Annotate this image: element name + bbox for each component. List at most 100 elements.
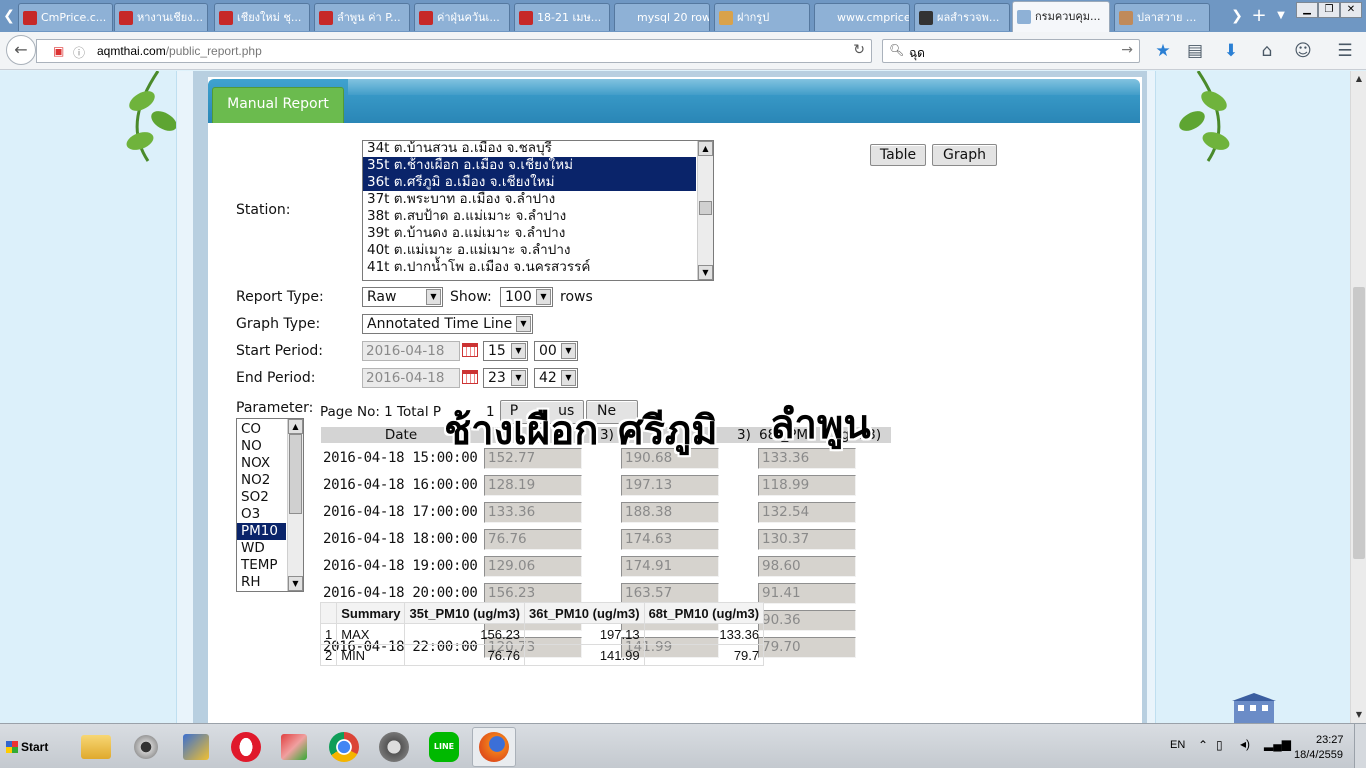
parameter-option[interactable]: PM10: [237, 523, 286, 540]
graph-type-select[interactable]: Annotated Time Line ▼: [362, 314, 533, 334]
search-bar[interactable]: 🔍︎ ฉุด →: [882, 39, 1140, 63]
station-option[interactable]: 37t ต.พระบาท อ.เมือง จ.ลำปาง: [363, 191, 696, 208]
hello-icon[interactable]: ☺: [1292, 40, 1314, 62]
site-identity-icon[interactable]: ▣: [53, 44, 64, 58]
back-button[interactable]: ←: [6, 35, 36, 65]
scroll-up-icon[interactable]: ▲: [288, 419, 303, 434]
restore-icon[interactable]: ❐: [1318, 2, 1340, 18]
clock-time[interactable]: 23:27: [1316, 734, 1344, 746]
language-indicator[interactable]: EN: [1170, 739, 1185, 751]
browser-tab[interactable]: กรมควบคุม...✕: [1012, 1, 1110, 32]
show-desktop-button[interactable]: [1354, 724, 1366, 768]
parameter-option[interactable]: CO: [237, 421, 286, 438]
parameter-option[interactable]: NO2: [237, 472, 286, 489]
station-option[interactable]: 40t ต.แม่เมาะ อ.แม่เมาะ จ.ลำปาง: [363, 242, 696, 259]
parameter-listbox-scrollbar[interactable]: ▲ ▼: [287, 419, 303, 591]
network-app[interactable]: [174, 727, 218, 767]
scroll-thumb[interactable]: [289, 434, 302, 514]
new-tab-icon[interactable]: +: [1250, 0, 1268, 32]
station-option[interactable]: 36t ต.ศรีภูมิ อ.เมือง จ.เชียงใหม่: [363, 174, 696, 191]
url-bar[interactable]: ▣ ⓘ aqmthai.com/public_report.php ↻: [36, 39, 872, 63]
explorer-app[interactable]: [74, 727, 118, 767]
calendar-icon[interactable]: [462, 343, 478, 357]
parameter-option[interactable]: RH: [237, 574, 286, 591]
browser-tab[interactable]: เชียงใหม่ ชุ...: [214, 3, 310, 31]
report-type-select[interactable]: Raw ▼: [362, 287, 443, 307]
parameter-listbox[interactable]: CO NO NOX NO2 SO2 O3 PM10 WD TEMP RH ▲ ▼: [236, 418, 304, 592]
start-hour-select[interactable]: 15 ▼: [483, 341, 528, 361]
minimize-icon[interactable]: ▁: [1296, 2, 1318, 18]
browser-tab[interactable]: 18-21 เมษ...: [514, 3, 610, 31]
start-button[interactable]: Start: [2, 734, 54, 760]
manual-report-tab[interactable]: Manual Report: [212, 87, 344, 123]
home-icon[interactable]: ⌂: [1256, 40, 1278, 62]
station-option[interactable]: 39t ต.บ้านดง อ.แม่เมาะ จ.ลำปาง: [363, 225, 696, 242]
end-minute-select[interactable]: 42 ▼: [534, 368, 578, 388]
clock-date[interactable]: 18/4/2559: [1294, 749, 1343, 761]
firefox-app[interactable]: [472, 727, 516, 767]
parameter-option[interactable]: NO: [237, 438, 286, 455]
device-icon[interactable]: ▯: [1216, 738, 1223, 752]
start-date-input[interactable]: 2016-04-18: [362, 341, 460, 361]
station-listbox-scrollbar[interactable]: ▲ ▼: [697, 141, 713, 280]
paint-app[interactable]: [272, 727, 316, 767]
info-icon[interactable]: ⓘ: [73, 44, 85, 61]
station-listbox[interactable]: 34t ต.บ้านสวน อ.เมือง จ.ชลบุรี 35t ต.ช้าง…: [362, 140, 714, 281]
browser-tab[interactable]: CmPrice.c...: [18, 3, 113, 31]
scroll-up-icon[interactable]: ▲: [698, 141, 713, 156]
reload-icon[interactable]: ↻: [853, 42, 865, 58]
start-minute-select[interactable]: 00 ▼: [534, 341, 578, 361]
tab-list-icon[interactable]: ▼: [1272, 0, 1290, 32]
menu-icon[interactable]: ☰: [1334, 40, 1356, 62]
opera-app[interactable]: [224, 727, 268, 767]
end-hour-select[interactable]: 23 ▼: [483, 368, 528, 388]
downloads-icon[interactable]: ⬇: [1220, 40, 1242, 62]
browser-tab[interactable]: www.cmprice.c...: [814, 3, 910, 31]
tab-scroll-right-icon[interactable]: ❯: [1228, 0, 1246, 32]
search-go-icon[interactable]: →: [1121, 42, 1133, 58]
page-scroll-thumb[interactable]: [1353, 287, 1365, 559]
browser-tab[interactable]: ปลาสวาย ...: [1114, 3, 1210, 31]
chrome-app[interactable]: [322, 727, 366, 767]
volume-icon[interactable]: ◂): [1240, 737, 1250, 751]
end-date-input[interactable]: 2016-04-18: [362, 368, 460, 388]
show-rows-select[interactable]: 100 ▼: [500, 287, 553, 307]
calendar-icon[interactable]: [462, 370, 478, 384]
close-tab-icon[interactable]: ✕: [1104, 4, 1109, 30]
scroll-thumb[interactable]: [699, 201, 712, 215]
station-option[interactable]: 41t ต.ปากน้ำโพ อ.เมือง จ.นครสวรรค์: [363, 259, 696, 276]
scroll-down-icon[interactable]: ▼: [288, 576, 303, 591]
bookmarks-list-icon[interactable]: ▤: [1184, 40, 1206, 62]
search-input[interactable]: ฉุด: [909, 44, 925, 63]
parameter-option[interactable]: O3: [237, 506, 286, 523]
graph-button[interactable]: Graph: [932, 144, 997, 166]
show-hidden-icons-icon[interactable]: ⌃: [1198, 738, 1208, 752]
line-app[interactable]: LINE: [422, 727, 466, 767]
table-button[interactable]: Table: [870, 144, 926, 166]
scroll-down-icon[interactable]: ▼: [1351, 707, 1366, 723]
webcam-app[interactable]: [124, 727, 168, 767]
browser-tab[interactable]: ฝากรูป: [714, 3, 810, 31]
parameter-option[interactable]: WD: [237, 540, 286, 557]
browser-tab[interactable]: ค่าฝุ่นควันเ...: [414, 3, 510, 31]
parameter-option[interactable]: NOX: [237, 455, 286, 472]
station-option[interactable]: 35t ต.ช้างเผือก อ.เมือง จ.เชียงใหม่: [363, 157, 696, 174]
browser-tab[interactable]: หางานเชียง...: [114, 3, 208, 31]
tab-scroll-left-icon[interactable]: ❮: [0, 0, 18, 32]
camera-app[interactable]: [372, 727, 416, 767]
close-window-icon[interactable]: ✕: [1340, 2, 1362, 18]
browser-tab[interactable]: ลำพูน ค่า P...: [314, 3, 410, 31]
station-option[interactable]: 38t ต.สบป้าด อ.แม่เมาะ จ.ลำปาง: [363, 208, 696, 225]
scroll-up-icon[interactable]: ▲: [1351, 71, 1366, 87]
scroll-down-icon[interactable]: ▼: [698, 265, 713, 280]
parameter-option[interactable]: SO2: [237, 489, 286, 506]
station-option[interactable]: 34t ต.บ้านสวน อ.เมือง จ.ชลบุรี: [363, 141, 696, 157]
url-text[interactable]: aqmthai.com/public_report.php: [97, 44, 262, 58]
browser-tab[interactable]: ผลสำรวจพ...: [914, 3, 1010, 31]
parameter-option[interactable]: TEMP: [237, 557, 286, 574]
page-scrollbar[interactable]: ▲ ▼: [1350, 71, 1366, 723]
browser-tab[interactable]: mysql 20 row: [614, 3, 710, 31]
col-header-1-tail: 3): [600, 427, 614, 443]
bookmark-star-icon[interactable]: ★: [1152, 40, 1174, 62]
network-signal-icon[interactable]: ▂▄▆: [1264, 737, 1291, 751]
